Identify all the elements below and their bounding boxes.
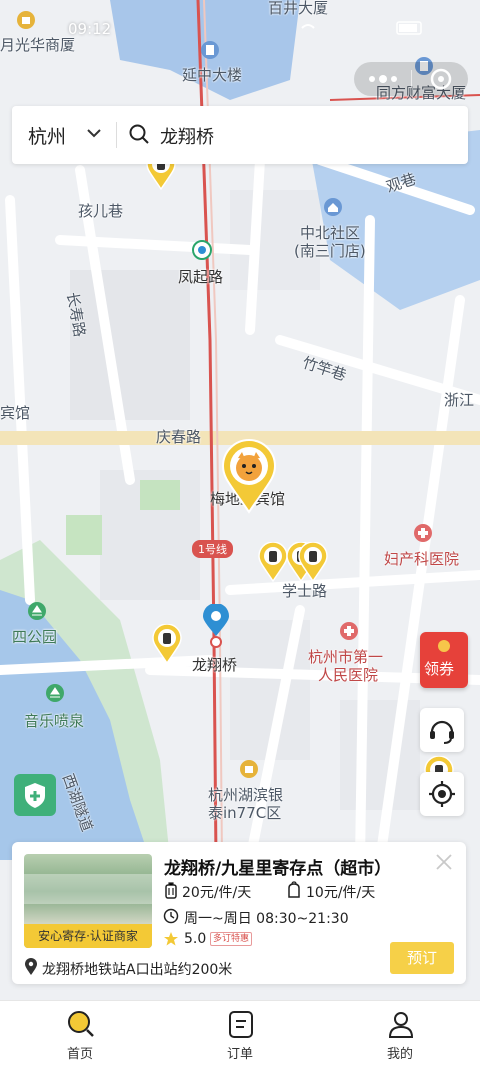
storage-pin-icon[interactable]	[152, 624, 182, 664]
storage-pin-icon[interactable]	[258, 542, 288, 582]
tab-home[interactable]: 首页	[20, 1001, 140, 1067]
map-label: (南三门店)	[294, 242, 366, 260]
wifi-icon	[301, 24, 315, 29]
map-label: 延中大楼	[182, 66, 243, 84]
tab-label: 订单	[226, 1047, 253, 1062]
map-label: 四公园	[12, 628, 58, 646]
map-label: 人民医院	[318, 666, 379, 684]
clock-icon	[163, 908, 179, 924]
divider	[116, 122, 117, 148]
search-icon	[68, 1011, 94, 1037]
tab-orders[interactable]: 订单	[180, 1001, 300, 1067]
metro-station-icon	[192, 240, 212, 260]
location-pin-icon	[203, 604, 229, 648]
map-label: 妇产科医院	[384, 550, 460, 568]
map-label: 泰in77C区	[208, 804, 282, 822]
search-bar: 杭州 龙翔桥	[12, 106, 468, 164]
bottom-tab-bar: 首页 订单 我的	[0, 1000, 480, 1067]
backpack-icon	[288, 881, 300, 898]
close-icon[interactable]	[434, 852, 454, 872]
promo-tag: 多订特惠	[210, 932, 253, 946]
rating-value: 5.0	[184, 931, 207, 947]
store-card[interactable]: 安心寄存·认证商家 龙翔桥/九星里寄存点（超市） 20元/件/天 10元/件/天…	[12, 842, 466, 984]
community-poi-icon	[324, 198, 342, 216]
miniprogram-capsule[interactable]	[354, 62, 468, 96]
hospital-poi-icon	[340, 622, 358, 640]
metro-line-badge: 1号线	[192, 540, 233, 558]
locate-icon	[429, 781, 455, 807]
search-input[interactable]: 龙翔桥	[160, 123, 214, 149]
map-label: 音乐喷泉	[24, 712, 85, 730]
map-label: 凤起路	[178, 268, 224, 286]
order-icon	[229, 1011, 253, 1038]
map-label: 浙江	[444, 391, 475, 409]
park-poi-icon	[28, 602, 46, 620]
suitcase-small-icon	[165, 882, 177, 899]
park-poi-icon	[46, 684, 64, 702]
map-label: 学士路	[282, 582, 328, 600]
profile-icon	[388, 1012, 414, 1038]
price-small-luggage: 20元/件/天	[182, 885, 252, 901]
store-sign	[24, 874, 152, 904]
book-button[interactable]: 预订	[390, 942, 454, 974]
map-label: 龙翔桥	[192, 656, 238, 674]
tab-profile[interactable]: 我的	[340, 1001, 460, 1067]
search-icon	[129, 124, 149, 144]
location-marker-icon	[25, 958, 37, 975]
city-selector[interactable]: 杭州	[28, 122, 66, 149]
headset-icon	[430, 720, 454, 744]
hospital-poi-icon	[414, 524, 432, 542]
customer-service-button[interactable]	[420, 708, 464, 752]
distance-text: 龙翔桥地铁站A口出站约200米	[42, 962, 233, 978]
capsule-divider	[411, 70, 412, 88]
shield-icon	[25, 783, 45, 808]
more-dots-icon[interactable]	[368, 73, 398, 85]
map-label: 孩儿巷	[78, 202, 124, 220]
store-title: 龙翔桥/九星里寄存点（超市）	[164, 859, 392, 879]
selected-store-pin-icon[interactable]	[220, 438, 278, 514]
price-large-luggage: 10元/件/天	[306, 885, 376, 901]
business-hours: 周一~周日 08:30~21:30	[184, 911, 349, 927]
close-miniprogram-icon[interactable]	[430, 68, 452, 90]
chevron-down-icon[interactable]	[86, 125, 102, 141]
status-bar: 09:12	[0, 0, 480, 40]
map-label: 宾馆	[0, 404, 31, 422]
certified-badge: 安心寄存·认证商家	[24, 924, 152, 948]
coupon-button[interactable]: 领券	[420, 632, 468, 688]
locate-me-button[interactable]	[420, 772, 464, 816]
storage-pin-icon[interactable]	[298, 542, 328, 582]
coupon-seal-icon	[438, 640, 450, 652]
battery-icon	[396, 21, 422, 35]
tab-label: 首页	[66, 1047, 93, 1062]
shopping-poi-icon	[240, 760, 258, 778]
building-poi-icon	[201, 41, 219, 59]
map-label: 庆春路	[156, 428, 202, 446]
safety-shield-button[interactable]	[14, 774, 56, 816]
status-time: 09:12	[68, 20, 112, 38]
coupon-label: 领券	[424, 660, 455, 678]
tab-label: 我的	[386, 1047, 413, 1062]
star-icon	[164, 932, 178, 946]
